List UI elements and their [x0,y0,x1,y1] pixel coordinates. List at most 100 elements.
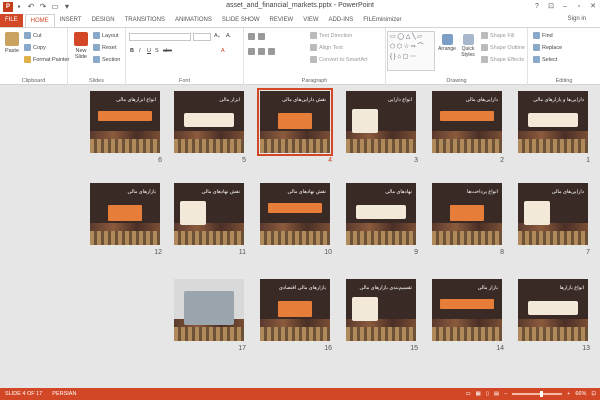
slide-sorter-view-icon[interactable]: ▦ [476,391,481,397]
tab-animations[interactable]: ANIMATIONS [170,14,217,27]
layout-button[interactable]: Layout [93,32,119,39]
title-bar: P ▪ ↶ ↷ ▭ ▾ asset_and_financial_markets.… [0,0,600,13]
ribbon-display-button[interactable]: ⊡ [544,0,558,12]
section-button[interactable]: Section [93,56,120,63]
numbering-icon [258,33,265,40]
slide-thumbnail[interactable]: نقش نهادهای مالی [174,183,244,245]
new-slide-button[interactable]: New Slide [71,32,91,60]
coin-stacks-image [90,139,160,153]
slide-content-box [440,299,494,309]
slide-thumbnail[interactable]: بازار مالی [432,279,502,341]
replace-button[interactable]: Replace [533,44,562,51]
italic-button[interactable]: I [139,48,141,54]
powerpoint-logo-icon: P [3,1,13,12]
slide-thumbnail[interactable]: انواع دارایی [346,91,416,153]
quick-styles-button[interactable]: Quick Styles [458,34,478,58]
bold-button[interactable]: B [130,48,134,54]
shrink-font-button[interactable]: A- [226,33,231,39]
underline-button[interactable]: U [147,48,151,54]
bullets-button[interactable] [248,33,257,40]
tab-design[interactable]: DESIGN [87,14,120,27]
convert-smartart-button[interactable]: Convert to SmartArt [310,56,368,63]
slide-thumbnail[interactable]: ابزار مالی [174,91,244,153]
shape-effects-button[interactable]: Shape Effects [481,56,524,63]
slide-thumbnail[interactable]: نقش دارایی‌های مالی [257,88,333,156]
minimize-button[interactable]: – [558,0,572,12]
slide-number: 2 [500,157,504,164]
tab-add-ins[interactable]: ADD-INS [324,14,359,27]
reset-button[interactable]: Reset [93,44,116,51]
undo-icon[interactable]: ↶ [25,1,37,12]
align-center-icon [258,48,265,55]
paste-button[interactable]: Paste [3,32,21,54]
slide-content-box [98,111,152,121]
strikethrough-button[interactable]: abc [163,48,172,54]
slide-thumbnail[interactable]: انواع بازارها [518,279,588,341]
close-button[interactable]: ✕ [586,0,600,12]
arrange-button[interactable]: Arrange [438,34,456,52]
tab-view[interactable]: VIEW [298,14,323,27]
help-button[interactable]: ? [530,0,544,12]
shadow-button[interactable]: S [155,48,159,54]
shape-outline-button[interactable]: Shape Outline [481,44,525,51]
slide-title: نقش نهادهای مالی [287,189,327,195]
slide-thumbnail[interactable]: دارایی‌ها و بازارهای مالی [518,91,588,153]
copy-button[interactable]: Copy [24,44,46,51]
slide-thumbnail[interactable]: دارایی‌های مالی [432,91,502,153]
sign-in-link[interactable]: Sign in [568,16,586,22]
slide-content-box [440,111,494,121]
slide-title: نقش نهادهای مالی [201,189,241,195]
slide-thumbnail[interactable]: بازارهای مالی [90,183,160,245]
quick-styles-icon [462,34,474,45]
save-icon[interactable]: ▪ [13,1,25,12]
quick-access-dropdown-icon[interactable]: ▾ [61,1,73,12]
text-direction-button[interactable]: Text Direction [310,32,352,39]
grow-font-button[interactable]: A + [214,33,220,39]
slide-number: 13 [582,345,590,352]
slide-thumbnail[interactable] [174,279,244,341]
language-indicator[interactable]: PERSIAN [52,391,76,397]
normal-view-icon[interactable]: ▭ [465,391,470,397]
slide-thumbnail[interactable]: انواع ابزارهای مالی [90,91,160,153]
format-painter-button[interactable]: Format Painter [24,56,69,63]
slide-thumbnail[interactable]: نقش نهادهای مالی [260,183,330,245]
slide-thumbnail[interactable]: تقسیم‌بندی بازارهای مالی [346,279,416,341]
cut-button[interactable]: Cut [24,32,42,39]
zoom-level[interactable]: 66% [575,391,586,397]
slide-thumbnail[interactable]: نهادهای مالی [346,183,416,245]
tab-transitions[interactable]: TRANSITIONS [120,14,170,27]
redo-icon[interactable]: ↷ [37,1,49,12]
tab-fileminimizer[interactable]: FILEminimizer [358,14,406,27]
tab-file[interactable]: FILE [0,14,23,27]
tab-home[interactable]: HOME [24,14,55,27]
fit-slide-icon[interactable]: ⊡ [591,391,596,397]
align-text-button[interactable]: Align Text [310,44,343,51]
select-button[interactable]: Select [533,56,557,63]
zoom-in-button[interactable]: + [567,391,570,397]
shapes-gallery[interactable]: ▭ ◯ △ ╲ ▱ ⬠ ⬡ ☆ ⇨ ⌒{ } ⌂ ▢ ⋯ [387,31,435,71]
align-right-button[interactable] [268,48,277,55]
zoom-slider-thumb[interactable] [539,391,543,397]
tab-review[interactable]: REVIEW [265,14,299,27]
tab-slide-show[interactable]: SLIDE SHOW [217,14,265,27]
align-left-button[interactable] [248,48,257,55]
coin-stacks-image [346,139,416,153]
shape-fill-button[interactable]: Shape Fill [481,32,514,39]
font-name-combo[interactable] [129,33,191,41]
find-button[interactable]: Find [533,32,553,39]
tab-insert[interactable]: INSERT [55,14,87,27]
maximize-button[interactable]: ▫ [572,0,586,12]
zoom-slider[interactable] [512,391,563,397]
slide-thumbnail[interactable]: دارایی‌های مالی [518,183,588,245]
font-color-button[interactable]: A [221,48,225,54]
slide-thumbnail[interactable]: انواع پرداخت‌ها [432,183,502,245]
slide-thumbnail[interactable]: بازارهای مالی اقتصادی [260,279,330,341]
slideshow-view-icon[interactable]: ▤ [494,391,499,397]
numbering-button[interactable] [258,33,267,40]
reading-view-icon[interactable]: ▯ [486,391,489,397]
layout-label: Layout [102,32,119,39]
zoom-out-button[interactable]: – [504,391,507,397]
align-center-button[interactable] [258,48,267,55]
start-slideshow-icon[interactable]: ▭ [49,1,61,12]
font-size-combo[interactable] [193,33,211,41]
